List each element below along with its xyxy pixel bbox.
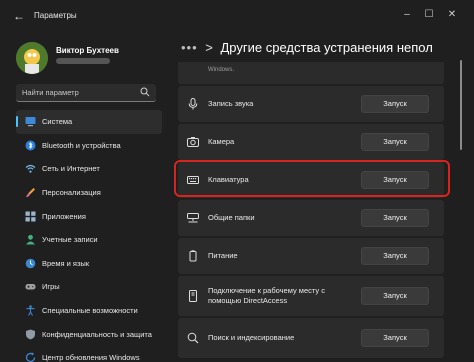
sidebar-item-apps[interactable]: Приложения — [16, 204, 162, 228]
accessibility-icon — [26, 305, 35, 316]
power-icon — [189, 250, 197, 262]
list-item-directaccess: Подключение к рабочему месту с помощью D… — [178, 276, 444, 316]
sidebar-item-personalization[interactable]: Персонализация — [16, 181, 162, 205]
user-name: Виктор Бухтеев — [56, 46, 119, 55]
row-label: Подключение к рабочему месту с помощью D… — [208, 286, 325, 305]
sidebar-item-label: Центр обновления Windows — [42, 353, 140, 362]
network-drive-icon — [187, 213, 199, 223]
run-button[interactable]: Запуск — [361, 329, 429, 347]
sidebar-item-gaming[interactable]: Игры — [16, 275, 162, 299]
list-item-power: Питание Запуск — [178, 238, 444, 274]
row-label: Запись звука — [208, 99, 254, 108]
apps-icon — [25, 211, 36, 222]
page-title: Другие средства устранения непол — [220, 40, 433, 55]
troubleshooter-list: Windows. Запись звука Запуск Камера Запу… — [178, 62, 444, 360]
sidebar-item-system[interactable]: Система — [16, 110, 162, 134]
microphone-icon — [188, 98, 198, 110]
monitor-icon — [25, 117, 36, 127]
settings-window: ← Параметры – ☐ ✕ Виктор Бухтеев Найти п… — [0, 0, 474, 362]
search-icon — [140, 87, 150, 97]
globe-clock-icon — [25, 258, 36, 269]
user-email-redacted — [56, 58, 110, 64]
run-button[interactable]: Запуск — [361, 209, 429, 227]
search-icon — [187, 332, 199, 344]
sidebar-item-label: Сеть и Интернет — [42, 164, 100, 174]
sidebar-item-label: Время и язык — [42, 258, 90, 268]
bluetooth-icon — [25, 140, 36, 151]
wifi-icon — [25, 165, 36, 174]
search-placeholder: Найти параметр — [22, 88, 79, 97]
sidebar-item-privacy[interactable]: Конфиденциальность и защита — [16, 322, 162, 346]
row-label: Камера — [208, 137, 235, 146]
minimize-icon[interactable]: – — [400, 8, 414, 22]
list-item-shared-folders: Общие папки Запуск — [178, 200, 444, 236]
list-item-audio-recording: Запись звука Запуск — [178, 86, 444, 122]
close-icon[interactable]: ✕ — [445, 8, 459, 22]
app-title: Параметры — [34, 11, 77, 20]
sidebar-item-time-language[interactable]: Время и язык — [16, 252, 162, 276]
sidebar-item-network[interactable]: Сеть и Интернет — [16, 157, 162, 181]
row-label: Питание — [208, 251, 238, 260]
highlight-frame — [174, 160, 450, 197]
sidebar-item-label: Конфиденциальность и защита — [42, 329, 152, 339]
sidebar-item-windows-update[interactable]: Центр обновления Windows — [16, 346, 162, 362]
scrollbar[interactable] — [460, 60, 462, 150]
row-label: Поиск и индексирование — [208, 333, 295, 342]
breadcrumb: ••• > Другие средства устранения непол — [181, 40, 474, 55]
avatar-image — [16, 42, 48, 74]
breadcrumb-overflow-button[interactable]: ••• — [181, 40, 198, 55]
sidebar-item-label: Bluetooth и устройства — [42, 140, 121, 150]
person-icon — [26, 235, 35, 245]
shield-icon — [26, 329, 35, 340]
sidebar-item-accessibility[interactable]: Специальные возможности — [16, 299, 162, 323]
active-indicator — [16, 116, 18, 127]
row-description: Windows. — [208, 67, 235, 73]
gamepad-icon — [25, 284, 36, 290]
run-button[interactable]: Запуск — [361, 247, 429, 265]
sidebar-item-label: Учетные записи — [42, 235, 98, 245]
breadcrumb-separator: > — [205, 40, 213, 55]
sidebar-item-label: Приложения — [42, 211, 86, 221]
back-arrow-icon[interactable]: ← — [13, 9, 27, 23]
avatar[interactable] — [16, 42, 48, 74]
list-item-camera: Камера Запуск — [178, 124, 444, 160]
sidebar-item-bluetooth[interactable]: Bluetooth и устройства — [16, 134, 162, 158]
sidebar-item-label: Персонализация — [42, 188, 101, 198]
sidebar-nav: Система Bluetooth и устройства Сеть и Ин… — [16, 110, 162, 362]
sidebar-item-label: Система — [42, 117, 73, 127]
maximize-icon[interactable]: ☐ — [422, 8, 436, 22]
title-bar: ← Параметры – ☐ ✕ — [0, 0, 474, 32]
brush-icon — [26, 188, 35, 198]
list-item-partial: Windows. — [178, 62, 444, 84]
sidebar-item-accounts[interactable]: Учетные записи — [16, 228, 162, 252]
run-button[interactable]: Запуск — [361, 95, 429, 113]
sidebar-item-label: Специальные возможности — [42, 306, 138, 316]
sidebar-item-label: Игры — [42, 282, 60, 292]
run-button[interactable]: Запуск — [361, 133, 429, 151]
run-button[interactable]: Запуск — [361, 287, 429, 305]
directaccess-icon — [189, 290, 197, 302]
update-icon — [25, 352, 36, 362]
list-item-search-indexing: Поиск и индексирование Запуск — [178, 318, 444, 358]
search-input[interactable]: Найти параметр — [16, 84, 156, 102]
row-label: Общие папки — [208, 213, 255, 222]
camera-icon — [187, 137, 199, 147]
